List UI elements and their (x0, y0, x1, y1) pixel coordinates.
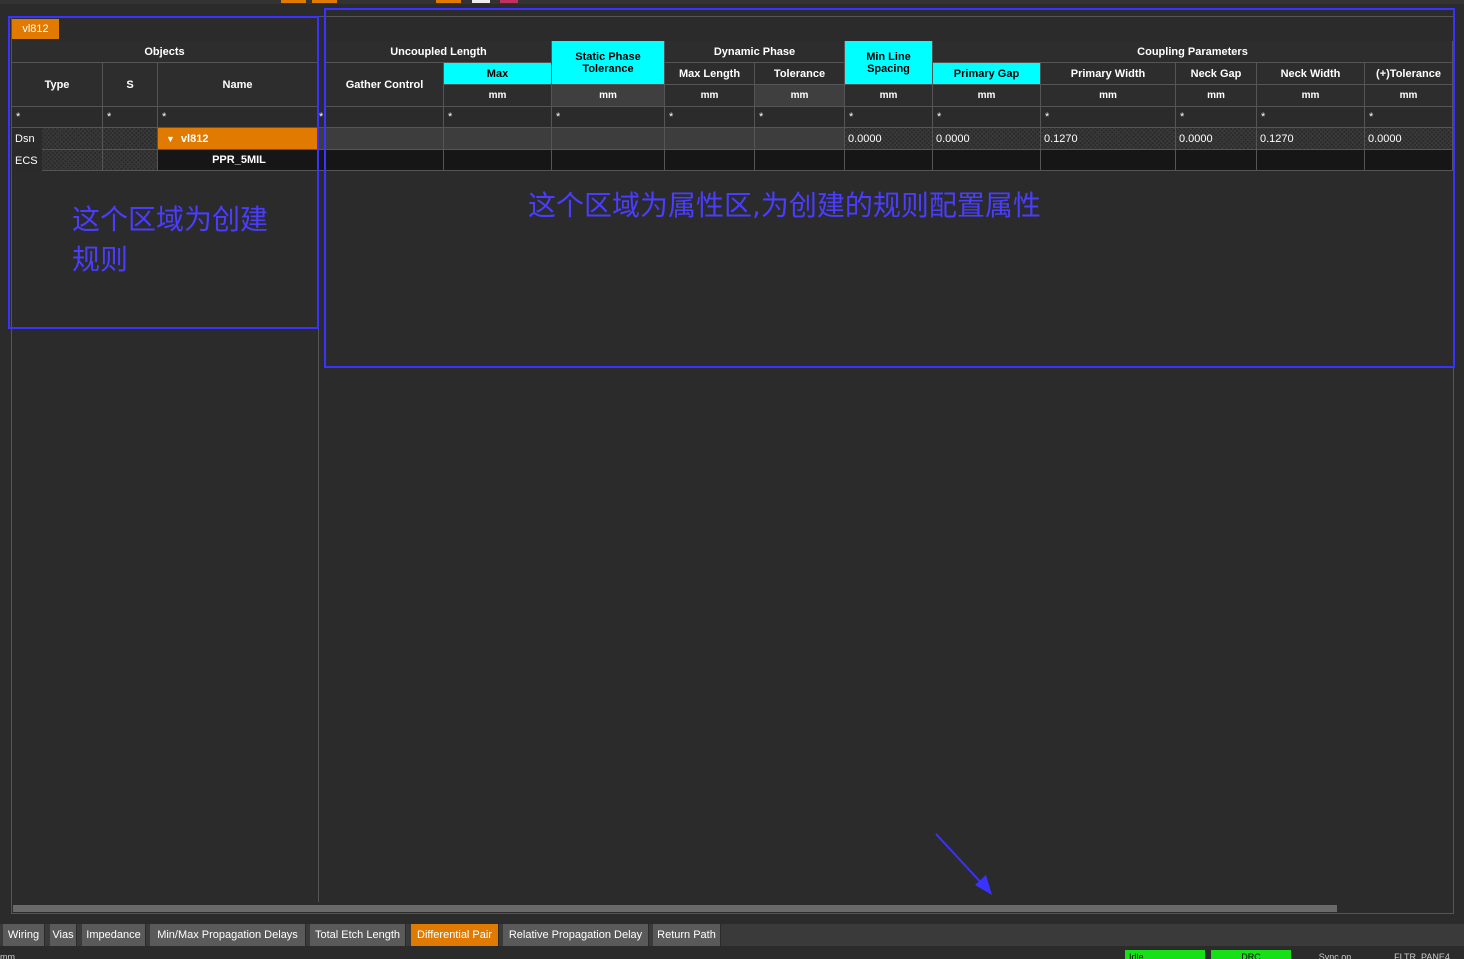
tab-wiring[interactable]: Wiring (3, 924, 45, 946)
toolbar-strip (0, 0, 1464, 4)
status-idle: Idle (1125, 950, 1205, 959)
status-panel: FLTR_PANE4 (1394, 952, 1450, 959)
annotation-line: 规则 (72, 243, 129, 276)
annotation-arrow-icon (935, 833, 992, 895)
toolbar-icon[interactable] (472, 0, 490, 3)
tab-differential-pair[interactable]: Differential Pair (411, 924, 499, 946)
annotation-line: 这个区域为创建 (72, 203, 269, 236)
tab-relative-propagation-delay[interactable]: Relative Propagation Delay (503, 924, 649, 946)
toolbar-icon[interactable] (436, 0, 461, 3)
annotation-text-properties: 这个区域为属性区,为创建的规则配置属性 (528, 189, 1041, 222)
status-sync[interactable]: Sync on (1300, 950, 1370, 959)
scrollbar-thumb[interactable] (13, 905, 1337, 912)
status-drc[interactable]: DRC (1211, 950, 1291, 959)
toolbar-icon[interactable] (312, 0, 337, 3)
annotation-box-objects (8, 16, 319, 329)
tab-impedance[interactable]: Impedance (82, 924, 146, 946)
toolbar-icon[interactable] (281, 0, 306, 3)
tab-min-max-propagation-delays[interactable]: Min/Max Propagation Delays (150, 924, 306, 946)
status-units: mm (0, 952, 15, 959)
tab-total-etch-length[interactable]: Total Etch Length (310, 924, 406, 946)
toolbar-icon[interactable] (500, 0, 518, 3)
tab-vias[interactable]: Vias (50, 924, 77, 946)
annotation-text-objects: 这个区域为创建 规则 (72, 200, 268, 280)
tab-return-path[interactable]: Return Path (653, 924, 721, 946)
